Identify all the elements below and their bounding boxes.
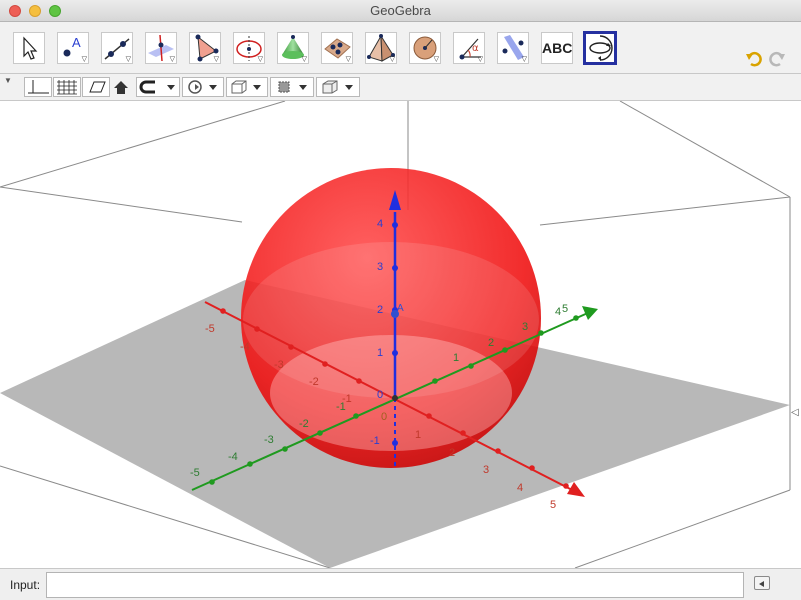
svg-text:-5: -5 [190, 467, 200, 479]
svg-text:-3: -3 [274, 359, 284, 371]
show-plane-button[interactable] [82, 77, 110, 97]
tool-menu-arrow-icon: ▽ [521, 56, 527, 63]
projection-dropdown[interactable] [316, 77, 360, 97]
point-a-label: A [397, 303, 404, 314]
plane-through-points-tool-button[interactable]: ▽ [321, 32, 353, 64]
svg-text:3: 3 [522, 321, 528, 333]
svg-text:3: 3 [377, 261, 383, 273]
svg-text:-4: -4 [228, 451, 238, 463]
sphere-plane-intersection [270, 335, 512, 451]
sphere-tool-button[interactable]: ▽ [409, 32, 441, 64]
svg-text:3: 3 [483, 464, 489, 476]
title-bar: GeoGebra [0, 0, 801, 22]
home-icon[interactable] [113, 79, 129, 95]
tool-menu-arrow-icon: ▽ [477, 56, 483, 63]
svg-text:0: 0 [377, 389, 383, 401]
x-axis-arrow-icon [567, 482, 585, 497]
cursor-arrow-icon [23, 36, 38, 60]
tool-menu-arrow-icon: ▽ [169, 56, 175, 63]
plane-icon [89, 81, 106, 93]
window-title: GeoGebra [370, 3, 431, 18]
triangle-left-icon [759, 581, 764, 587]
view-cube-icon [278, 81, 307, 93]
svg-text:4: 4 [377, 218, 383, 230]
svg-text:-3: -3 [264, 434, 274, 446]
algebra-view-toggle-icon[interactable]: ◁ [791, 407, 799, 418]
svg-text:-5: -5 [205, 323, 215, 335]
svg-text:-2: -2 [299, 418, 309, 430]
origin-point [392, 395, 398, 401]
svg-text:1: 1 [415, 429, 421, 441]
tool-menu-arrow-icon: ▽ [301, 56, 307, 63]
move-tool-button[interactable] [13, 32, 45, 64]
line-tool-button[interactable]: ▽ [101, 32, 133, 64]
clipping-dropdown[interactable] [226, 77, 268, 97]
show-axes-button[interactable] [24, 77, 52, 97]
tool-menu-arrow-icon: ▽ [125, 56, 131, 63]
graphics-3d-view[interactable]: -5 -4 -3 -2 -1 1 2 3 4 5 -5 -4 -3 -2 -1 … [0, 101, 801, 568]
polygon-tool-button[interactable]: ▽ [189, 32, 221, 64]
svg-text:-4: -4 [240, 341, 250, 353]
box-icon [231, 80, 261, 94]
svg-text:-2: -2 [309, 376, 319, 388]
svg-text:5: 5 [550, 499, 556, 511]
svg-text:α: α [472, 43, 479, 54]
stylebar-menu-arrow-icon[interactable]: ▼ [4, 76, 12, 85]
pyramid-tool-button[interactable]: ▽ [365, 32, 397, 64]
y-axis-arrow-icon [582, 306, 598, 320]
svg-text:-1: -1 [336, 401, 346, 413]
tool-menu-arrow-icon: ▽ [213, 56, 219, 63]
tool-menu-arrow-icon: ▽ [433, 56, 439, 63]
auto-rotate-icon [188, 80, 217, 94]
tool-menu-arrow-icon: ▽ [81, 56, 87, 63]
projection-cube-icon [322, 80, 353, 94]
view-direction-dropdown[interactable] [270, 77, 314, 97]
svg-text:4: 4 [517, 482, 523, 494]
svg-text:5: 5 [562, 303, 568, 315]
rotate-view-dropdown[interactable] [182, 77, 224, 97]
point-capturing-dropdown[interactable] [136, 77, 180, 97]
style-bar: ▼ [0, 74, 801, 101]
input-field[interactable] [46, 572, 744, 598]
cone-tool-button[interactable]: ▽ [277, 32, 309, 64]
grid-icon [57, 80, 77, 95]
undo-icon[interactable] [745, 50, 763, 68]
input-bar: Input: [0, 568, 801, 600]
perpendicular-line-tool-button[interactable]: ▽ [145, 32, 177, 64]
svg-text:A: A [72, 35, 81, 50]
text-tool-button[interactable]: ABC [541, 32, 573, 64]
svg-text:1: 1 [453, 352, 459, 364]
axes-icon [28, 80, 49, 94]
toolbar: A ▽ ▽ ▽ ▽ ▽ ▽ ▽ ▽ ▽ α ▽ ▽ ABC [0, 22, 801, 90]
input-label: Input: [10, 578, 41, 592]
svg-text:-1: -1 [370, 435, 380, 447]
redo-icon[interactable] [768, 50, 786, 68]
tool-menu-arrow-icon: ▽ [389, 56, 395, 63]
rotate-3d-view-icon [589, 35, 613, 61]
graphics-3d-canvas[interactable]: -5 -4 -3 -2 -1 1 2 3 4 5 -5 -4 -3 -2 -1 … [0, 101, 801, 568]
rotate-view-tool-button[interactable] [583, 31, 617, 65]
angle-tool-button[interactable]: α ▽ [453, 32, 485, 64]
tool-menu-arrow-icon: ▽ [257, 56, 263, 63]
show-grid-button[interactable] [53, 77, 81, 97]
magnet-icon [139, 80, 175, 94]
svg-text:2: 2 [449, 447, 455, 459]
tool-menu-arrow-icon: ▽ [345, 56, 351, 63]
reflect-tool-button[interactable]: ▽ [497, 32, 529, 64]
svg-text:2: 2 [377, 304, 383, 316]
svg-text:1: 1 [377, 347, 383, 359]
input-help-button[interactable] [754, 576, 770, 590]
svg-text:4: 4 [555, 306, 561, 318]
svg-text:2: 2 [488, 337, 494, 349]
point-tool-button[interactable]: A ▽ [57, 32, 89, 64]
circle-axis-tool-button[interactable]: ▽ [233, 32, 265, 64]
origin-label: 0 [381, 411, 387, 423]
